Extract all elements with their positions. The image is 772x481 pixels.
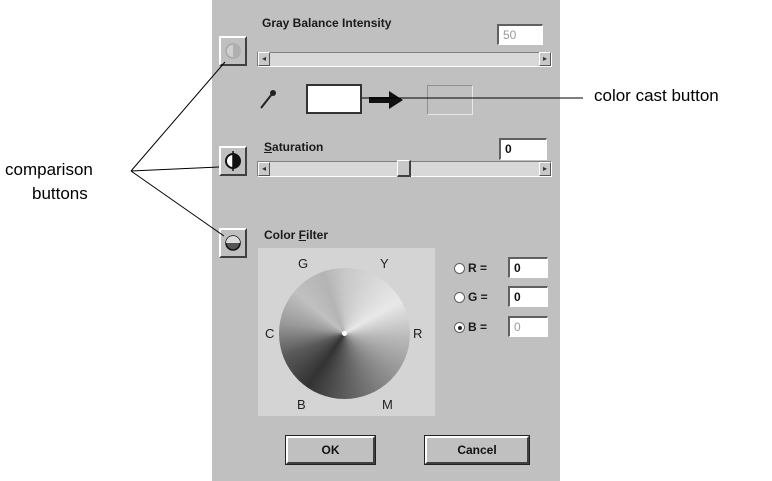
color-cast-callout: color cast button (594, 86, 719, 105)
comparison-pointer-line-1 (130, 61, 226, 172)
comparison-pointer-line-3 (130, 170, 225, 237)
comparison-callout-line2: buttons (32, 184, 88, 203)
comparison-callout-line1: comparison (5, 160, 93, 179)
annotation-lines (130, 61, 583, 237)
comparison-pointer-line-2 (130, 166, 220, 172)
